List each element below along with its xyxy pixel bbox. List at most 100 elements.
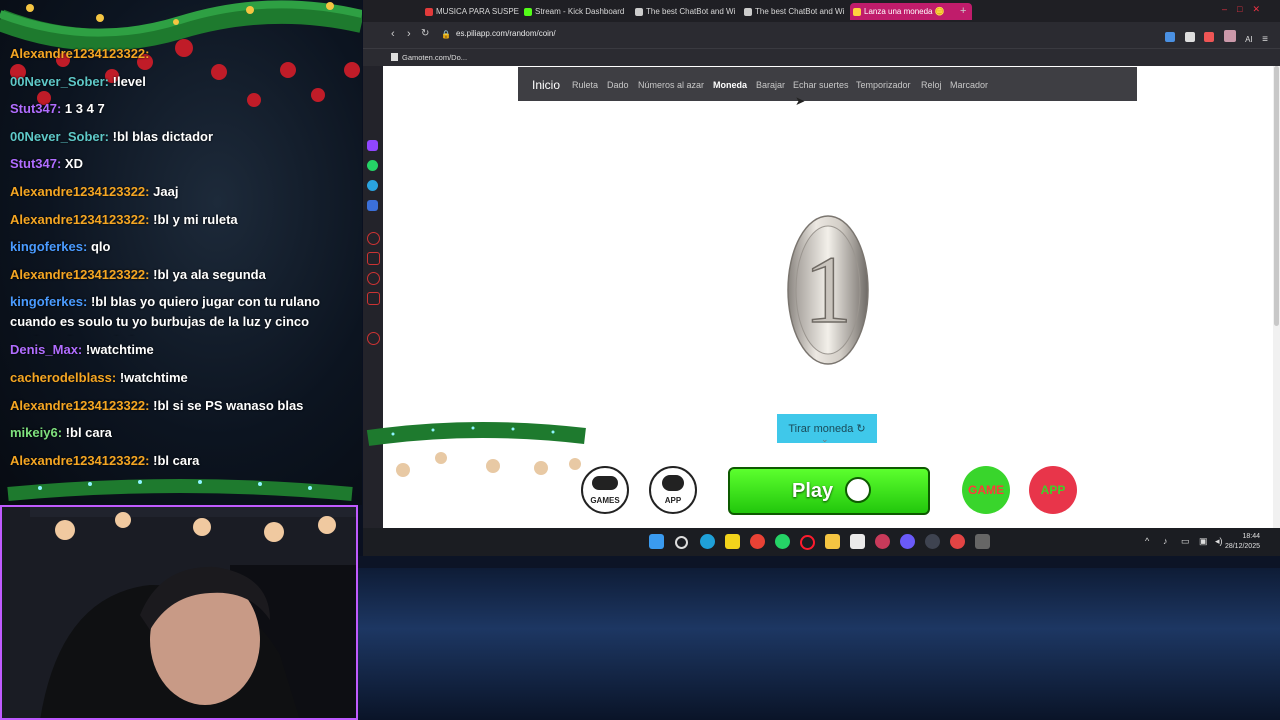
- reload-icon[interactable]: ↻: [421, 28, 429, 39]
- back-icon[interactable]: ‹: [391, 28, 395, 40]
- search-icon[interactable]: [675, 536, 688, 549]
- browser-window: MUSICA PARA SUSPE Stream - Kick Dashboar…: [363, 0, 1280, 528]
- toolbar-icons: AI ≡: [1160, 29, 1268, 45]
- profile-avatar[interactable]: [1223, 30, 1236, 42]
- tab-bar: MUSICA PARA SUSPE Stream - Kick Dashboar…: [363, 0, 1280, 22]
- notes-icon[interactable]: [725, 534, 740, 549]
- history-icon[interactable]: [367, 232, 380, 245]
- app-icon-3[interactable]: [975, 534, 990, 549]
- chat-username: Alexandre1234123322:: [10, 183, 150, 199]
- tab[interactable]: The best ChatBot and Wi: [741, 3, 853, 20]
- game-ad-button[interactable]: GAME: [962, 466, 1010, 514]
- christmas-garland-browser: [366, 421, 586, 477]
- nav-echar-suertes[interactable]: Echar suertes: [793, 80, 849, 90]
- whatsapp-taskbar-icon[interactable]: [775, 534, 790, 549]
- window-controls: –□✕: [1222, 4, 1270, 15]
- bookmark-side-icon[interactable]: [367, 252, 380, 265]
- volume-icon[interactable]: ◂): [1215, 536, 1223, 547]
- twitch-icon[interactable]: [367, 140, 378, 151]
- app-icon[interactable]: [367, 200, 378, 211]
- site-brand-link[interactable]: Inicio: [532, 78, 560, 92]
- play-ad-button[interactable]: Play: [728, 467, 930, 515]
- chat-message: 00Never_Sober: !level: [10, 68, 362, 96]
- chat-text: qlo: [90, 239, 111, 255]
- chat-username: 00Never_Sober:: [10, 73, 109, 89]
- games-ad-label: GAMES: [590, 496, 620, 505]
- windows-start-icon[interactable]: [649, 534, 664, 549]
- close-icon[interactable]: ✕: [1252, 4, 1270, 14]
- tab-label: The best ChatBot and Wi: [755, 7, 845, 16]
- store-icon[interactable]: [850, 534, 865, 549]
- obs-icon[interactable]: [925, 534, 940, 549]
- settings-icon[interactable]: [367, 332, 380, 345]
- minimize-icon[interactable]: –: [1222, 4, 1237, 14]
- nav-dado[interactable]: Dado: [607, 80, 629, 90]
- folder-icon[interactable]: [825, 534, 840, 549]
- forward-icon[interactable]: ›: [407, 28, 411, 40]
- app2-ad-button[interactable]: APP: [1029, 466, 1077, 514]
- tab-favicon-icon: [635, 8, 643, 16]
- ai-icon[interactable]: AI: [1245, 35, 1253, 44]
- chevron-down-icon[interactable]: ⌄: [821, 434, 829, 445]
- mic-icon[interactable]: ♪: [1163, 536, 1168, 546]
- new-tab-button[interactable]: +: [960, 3, 970, 20]
- extension-icon[interactable]: [1165, 32, 1176, 42]
- coin-image[interactable]: 1: [787, 214, 869, 366]
- keyboard-icon[interactable]: ▭: [1181, 536, 1190, 547]
- network-icon[interactable]: ▣: [1199, 536, 1208, 547]
- nav-moneda[interactable]: Moneda: [713, 80, 747, 90]
- clock-side-icon[interactable]: [367, 272, 380, 285]
- maximize-icon[interactable]: □: [1237, 4, 1252, 14]
- play-ad-label: Play: [792, 480, 834, 502]
- clock-time: 18:44: [1242, 533, 1260, 540]
- app-red-icon[interactable]: [875, 534, 890, 549]
- bookmark-item[interactable]: Gamoten.com/Do...: [402, 53, 467, 62]
- edge-icon[interactable]: [700, 534, 715, 549]
- discord-icon[interactable]: [900, 534, 915, 549]
- chat-username: Alexandre1234123322:: [10, 46, 150, 61]
- nav-numeros[interactable]: Números al azar: [638, 80, 704, 90]
- tab[interactable]: Stream - Kick Dashboard: [521, 3, 633, 20]
- extension-icon[interactable]: [1204, 32, 1215, 42]
- url-field[interactable]: es.piliapp.com/random/coin/: [456, 29, 556, 38]
- nav-barajar[interactable]: Barajar: [756, 80, 785, 90]
- telegram-icon[interactable]: [367, 180, 378, 191]
- page-scrollbar[interactable]: [1273, 66, 1280, 528]
- tray-chevron-icon[interactable]: ^: [1145, 536, 1149, 546]
- nav-reloj[interactable]: Reloj: [921, 80, 942, 90]
- clock-date: 28/12/2025: [1224, 543, 1260, 550]
- bookmarks-bar: Gamoten.com/Do...: [363, 48, 1280, 67]
- chat-text: !watchtime: [85, 342, 154, 358]
- desktop-strip: [358, 556, 1280, 568]
- chat-username: Alexandre1234123322:: [10, 397, 150, 413]
- lock-icon: 🔒: [441, 30, 451, 39]
- chat-username: Alexandre1234123322:: [10, 266, 150, 282]
- system-clock[interactable]: 18:44 28/12/2025: [1225, 532, 1260, 552]
- opera-icon[interactable]: [800, 535, 815, 550]
- chat-username: Denis_Max:: [10, 342, 83, 358]
- nav-marcador[interactable]: Marcador: [950, 80, 988, 90]
- chat-text: !bl cara: [65, 425, 112, 441]
- tab-favicon-icon: [744, 8, 752, 16]
- chat-username: kingoferkes:: [10, 239, 88, 255]
- menu-icon[interactable]: ≡: [1262, 34, 1268, 45]
- tab[interactable]: The best ChatBot and Wi: [632, 3, 744, 20]
- chat-username: mikeiy6:: [10, 425, 63, 441]
- scrollbar-thumb[interactable]: [1274, 66, 1279, 326]
- chat-username: Alexandre1234123322:: [10, 452, 150, 468]
- download-icon[interactable]: [367, 292, 380, 305]
- chat-message: kingoferkes: !bl blas yo quiero jugar co…: [10, 288, 362, 336]
- nav-ruleta[interactable]: Ruleta: [572, 80, 598, 90]
- chat-username: Stut347:: [10, 156, 62, 172]
- app-ad-label: APP: [664, 496, 682, 505]
- app-icon-2[interactable]: [950, 534, 965, 549]
- gamepad-icon: [592, 476, 618, 490]
- chat-message: Alexandre1234123322: !bl si se PS wanaso…: [10, 392, 362, 420]
- tab[interactable]: MUSICA PARA SUSPE: [422, 3, 524, 20]
- tab-active[interactable]: Lanza una moneda 🪙: [850, 3, 972, 20]
- whatsapp-icon[interactable]: [367, 160, 378, 171]
- nav-temporizador[interactable]: Temporizador: [856, 80, 911, 90]
- chrome-icon[interactable]: [750, 534, 765, 549]
- app-ad-button[interactable]: APP: [649, 466, 697, 514]
- extension-icon[interactable]: [1184, 32, 1195, 42]
